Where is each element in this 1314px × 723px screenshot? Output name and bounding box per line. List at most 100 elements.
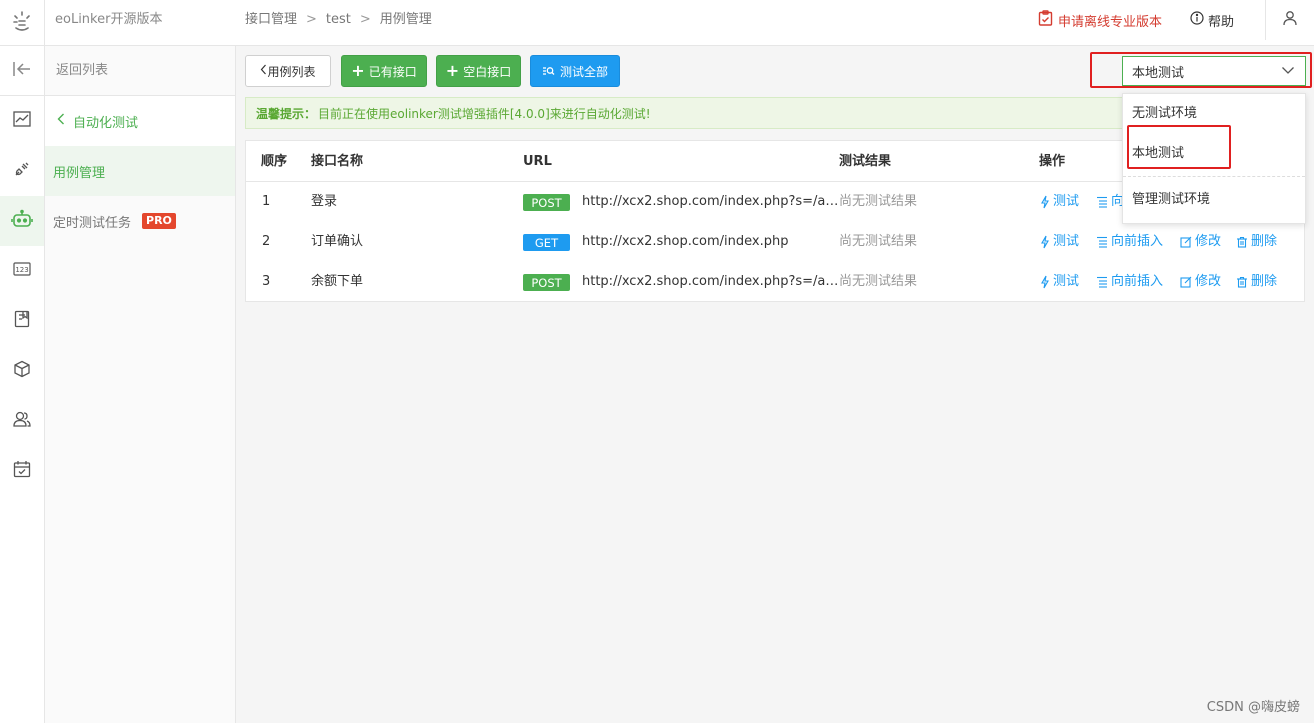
user-icon [1282,10,1298,30]
trash-icon [1237,236,1247,248]
breadcrumb-item-project[interactable]: test [326,0,351,46]
sidebar-item-scheduled-tasks[interactable]: 定时测试任务 PRO [45,196,235,246]
breadcrumb-separator: > [359,12,371,27]
edit-icon [1180,276,1192,288]
row-url: http://xcx2.shop.com/index.php [582,234,789,249]
rail-item-docs[interactable] [0,296,44,346]
row-order: 3 [262,274,271,289]
help-label: 帮助 [1208,14,1235,30]
breadcrumb-separator: > [306,12,317,27]
breadcrumb-item-api-management[interactable]: 接口管理 [245,0,297,46]
eolinker-logo-icon [11,10,33,36]
add-existing-api-button[interactable]: + 已有接口 [341,55,427,87]
row-api-name[interactable]: 订单确认 [311,222,363,262]
row-insert-before-button[interactable]: 向 [1096,182,1124,222]
breadcrumb-item-case-management: 用例管理 [379,12,432,27]
calendar-check-icon [13,460,31,482]
insert-before-icon [1097,276,1107,288]
row-delete-label: 删除 [1251,234,1278,249]
row-api-name[interactable]: 登录 [311,182,337,222]
plus-icon: + [351,61,365,80]
info-circle-icon [1190,11,1208,29]
column-header-test-result: 测试结果 [839,154,892,169]
row-edit-button[interactable]: 修改 [1180,262,1221,302]
add-blank-api-button[interactable]: + 空白接口 [436,55,521,87]
sidebar-group-automation[interactable]: 自动化测试 [45,96,235,146]
svg-text:123: 123 [15,266,28,274]
dropdown-option-manage-env[interactable]: 管理测试环境 [1123,177,1305,223]
row-edit-button[interactable]: 修改 [1180,222,1221,262]
pro-badge: PRO [142,213,176,229]
apply-pro-label: 申请离线专业版本 [1058,14,1163,30]
case-list-back-label: 用例列表 [267,64,316,79]
row-delete-button[interactable]: 删除 [1236,222,1277,262]
rail-item-members[interactable] [0,396,44,446]
row-test-label: 测试 [1053,234,1080,249]
row-test-label: 测试 [1053,194,1080,209]
clipboard-check-icon [1038,10,1058,30]
tip-title: 温馨提示： [256,106,317,121]
arrow-left-bar-icon [12,61,32,81]
lightning-icon [1041,275,1049,289]
logo[interactable] [0,0,45,46]
rail-item-api[interactable] [0,146,44,196]
highlight-box-local-test-option [1127,125,1231,169]
insert-before-icon [1097,196,1107,208]
row-delete-button[interactable]: 删除 [1236,262,1277,302]
row-delete-label: 删除 [1251,274,1278,289]
method-badge: GET [523,234,570,251]
sidebar-group-label: 自动化测试 [73,115,139,131]
column-header-actions: 操作 [1039,154,1066,169]
rail-item-overview[interactable] [0,96,44,146]
column-header-api-name: 接口名称 [311,154,364,169]
edit-icon [1180,236,1192,248]
column-header-order: 顺序 [261,154,288,169]
sidebar-item-label: 用例管理 [53,165,106,181]
rail-item-automation[interactable] [0,196,44,246]
insert-before-icon [1097,236,1107,248]
help-link[interactable]: 帮助 [1190,0,1234,40]
case-list-back-button[interactable]: 用例列表 [245,55,331,87]
row-url: http://xcx2.shop.com/index.php?s=/a… [582,194,839,209]
method-badge: POST [523,194,570,211]
row-order: 2 [262,234,271,249]
collapse-back-button[interactable] [0,46,44,96]
rail-item-status-codes[interactable]: 123 [0,246,44,296]
row-url: http://xcx2.shop.com/index.php?s=/a… [582,274,839,289]
row-edit-label: 修改 [1195,274,1222,289]
plus-icon: + [445,61,460,80]
row-insert-before-button[interactable]: 向前插入 [1096,262,1163,302]
test-all-button[interactable]: 测试全部 [530,55,620,87]
row-api-name[interactable]: 余额下单 [311,262,363,302]
chevron-left-icon [260,64,267,78]
lightning-icon [1041,235,1049,249]
row-test-button[interactable]: 测试 [1040,182,1079,222]
top-header: eoLinker开源版本 接口管理 > test > 用例管理 申请离线专业版本… [0,0,1314,46]
app-title: eoLinker开源版本 [55,12,163,27]
row-test-result: 尚无测试结果 [839,274,918,289]
method-badge: POST [523,274,570,291]
apply-pro-link[interactable]: 申请离线专业版本 [1038,0,1162,40]
user-menu-button[interactable] [1265,0,1314,40]
column-header-url: URL [523,154,552,169]
secondary-sidebar: 返回列表 自动化测试 用例管理 定时测试任务 PRO [45,46,236,723]
row-test-result: 尚无测试结果 [839,194,918,209]
row-test-label: 测试 [1053,274,1080,289]
test-search-icon [542,66,555,76]
robot-icon [11,209,33,233]
rail-item-database[interactable] [0,346,44,396]
row-test-button[interactable]: 测试 [1040,262,1079,302]
row-insert-before-button[interactable]: 向前插入 [1096,222,1163,262]
breadcrumb: 接口管理 > test > 用例管理 [245,0,432,46]
row-test-button[interactable]: 测试 [1040,222,1079,262]
document-icon [14,310,30,332]
tip-text: 目前正在使用eolinker测试增强插件[4.0.0]来进行自动化测试! [318,106,651,121]
row-insert-label: 向前插入 [1111,274,1164,289]
highlight-box-environment-select [1090,52,1312,88]
line-chart-icon [13,111,31,131]
sidebar-item-case-management[interactable]: 用例管理 [45,146,235,196]
rail-item-schedule[interactable] [0,446,44,496]
back-to-list-link[interactable]: 返回列表 [45,46,235,96]
trash-icon [1237,276,1247,288]
cube-icon [13,360,31,382]
